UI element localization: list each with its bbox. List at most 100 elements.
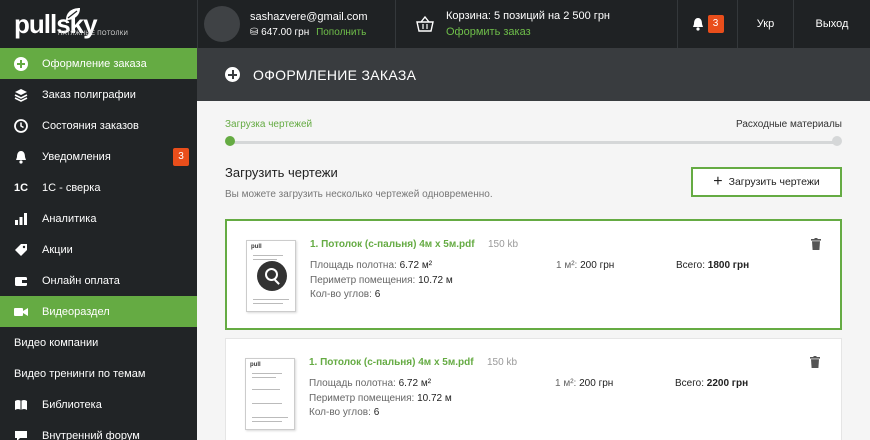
zoom-icon[interactable] xyxy=(257,261,287,291)
perimeter-row: Периметр помещения: 10.72 м xyxy=(309,393,452,404)
file-card[interactable]: pull 1. Потолок (с-пальня) 4м х 5м.pdf 1… xyxy=(225,219,842,330)
topup-link[interactable]: Пополнить xyxy=(316,27,366,38)
sidebar-item-label: Видео компании xyxy=(14,336,99,349)
price-value: 200 грн xyxy=(580,260,615,271)
corners-row: Кол-во углов: 6 xyxy=(309,407,379,418)
sidebar: Оформление заказа Заказ полиграфии Состо… xyxy=(0,48,197,440)
price-label: 1 м²: xyxy=(556,260,578,271)
price-value: 200 грн xyxy=(579,378,614,389)
logo[interactable]: pullsky НАТЯЖНЫЕ ПОТОЛКИ xyxy=(0,0,197,48)
price-label: 1 м²: xyxy=(555,378,577,389)
logout-button[interactable]: Выход xyxy=(793,0,870,48)
file-card[interactable]: pull 1. Потолок (с-пальня) 4м х 5м.pdf 1… xyxy=(225,338,842,440)
upload-button-label: Загрузить чертежи xyxy=(728,176,820,188)
file-name[interactable]: 1. Потолок (с-пальня) 4м х 5м.pdf xyxy=(309,357,474,368)
sidebar-subitem-company-video[interactable]: Видео компании xyxy=(0,327,197,358)
corners-value: 6 xyxy=(373,407,380,418)
file-thumbnail[interactable]: pull xyxy=(245,358,295,430)
video-camera-icon xyxy=(14,305,28,319)
app: pullsky НАТЯЖНЫЕ ПОТОЛКИ sashazvere@gmai… xyxy=(0,0,870,440)
content: Загрузка чертежей Расходные материалы За… xyxy=(197,101,870,440)
sidebar-item-online-payment[interactable]: Онлайн оплата xyxy=(0,265,197,296)
total: Всего: 2200 грн xyxy=(675,378,748,389)
progress-track xyxy=(229,141,837,144)
step-dot-next xyxy=(832,136,842,146)
bell-icon xyxy=(14,150,28,164)
sidebar-item-label: Уведомления xyxy=(42,150,111,163)
perimeter-label: Периметр помещения: xyxy=(309,393,415,404)
sidebar-notifications-badge: 3 xyxy=(173,148,189,166)
layers-icon xyxy=(14,88,28,102)
page-title: ОФОРМЛЕНИЕ ЗАКАЗА xyxy=(253,66,417,83)
sidebar-item-label: Внутренний форум xyxy=(42,429,140,440)
file-size: 150 kb xyxy=(487,357,518,368)
upload-title: Загрузить чертежи xyxy=(225,165,338,180)
trash-icon[interactable] xyxy=(811,238,821,250)
user-balance: 647.00 грн xyxy=(261,26,310,38)
sidebar-item-label: Онлайн оплата xyxy=(42,274,120,287)
total: Всего: 1800 грн xyxy=(676,260,749,271)
top-bar: pullsky НАТЯЖНЫЕ ПОТОЛКИ sashazvere@gmai… xyxy=(0,0,870,48)
plus-circle-icon xyxy=(14,56,28,71)
area-row: Площадь полотна: 6.72 м² xyxy=(310,260,432,271)
notifications-badge: 3 xyxy=(707,15,724,33)
sidebar-item-label: Библиотека xyxy=(42,398,102,411)
corners-row: Кол-во углов: 6 xyxy=(310,289,380,300)
file-thumbnail[interactable]: pull xyxy=(246,240,296,312)
sidebar-item-label: Оформление заказа xyxy=(42,57,147,70)
user-block: sashazvere@gmail.com ⛁ 647.00 грн Пополн… xyxy=(197,0,395,48)
sidebar-item-library[interactable]: Библиотека xyxy=(0,389,197,420)
book-icon xyxy=(14,398,28,412)
total-value: 1800 грн xyxy=(707,260,750,271)
sidebar-item-notifications[interactable]: Уведомления 3 xyxy=(0,141,197,172)
sidebar-item-order[interactable]: Оформление заказа xyxy=(0,48,197,79)
avatar[interactable] xyxy=(204,6,240,42)
basket-icon[interactable] xyxy=(416,16,434,32)
sidebar-subitem-training-video[interactable]: Видео тренинги по темам xyxy=(0,358,197,389)
bar-chart-icon xyxy=(14,212,28,226)
coins-icon: ⛁ xyxy=(250,26,259,38)
perimeter-row: Периметр помещения: 10.72 м xyxy=(310,275,453,286)
step-next[interactable]: Расходные материалы xyxy=(736,119,842,130)
corners-value: 6 xyxy=(374,289,381,300)
1c-icon: 1С xyxy=(13,181,29,194)
sidebar-item-label: Видеораздел xyxy=(42,305,110,318)
checkout-link[interactable]: Оформить заказ xyxy=(446,26,610,38)
page-header: ОФОРМЛЕНИЕ ЗАКАЗА xyxy=(197,48,870,101)
area-value: 6.72 м² xyxy=(398,378,432,389)
chat-icon xyxy=(14,429,28,440)
sidebar-item-order-status[interactable]: Состояния заказов xyxy=(0,110,197,141)
sidebar-item-promotions[interactable]: Акции xyxy=(0,234,197,265)
thumbnail-logo: pull xyxy=(250,362,261,368)
user-balance-row: ⛁ 647.00 грн Пополнить xyxy=(250,27,368,38)
total-label: Всего: xyxy=(676,260,705,271)
language-switch[interactable]: Укр xyxy=(737,0,793,48)
area-row: Площадь полотна: 6.72 м² xyxy=(309,378,431,389)
corners-label: Кол-во углов: xyxy=(309,407,371,418)
sidebar-item-video[interactable]: Видеораздел xyxy=(0,296,197,327)
plus-icon: + xyxy=(713,173,723,190)
notifications-button[interactable]: 3 xyxy=(677,0,737,48)
perimeter-label: Периметр помещения: xyxy=(310,275,416,286)
corners-label: Кол-во углов: xyxy=(310,289,372,300)
file-name[interactable]: 1. Потолок (с-пальня) 4м х 5м.pdf xyxy=(310,239,475,250)
perimeter-value: 10.72 м xyxy=(417,393,452,404)
upload-drawings-button[interactable]: + Загрузить чертежи xyxy=(691,167,842,197)
sidebar-item-label: Акции xyxy=(42,243,73,256)
tag-icon xyxy=(14,243,28,257)
trash-icon[interactable] xyxy=(810,356,820,368)
clock-icon xyxy=(14,118,28,133)
total-value: 2200 грн xyxy=(706,378,749,389)
price-per-m2: 1 м²: 200 грн xyxy=(556,260,614,271)
perimeter-value: 10.72 м xyxy=(418,275,453,286)
file-size: 150 kb xyxy=(488,239,519,250)
sidebar-item-print-order[interactable]: Заказ полиграфии xyxy=(0,79,197,110)
sidebar-item-analytics[interactable]: Аналитика xyxy=(0,203,197,234)
sidebar-item-forum[interactable]: Внутренний форум xyxy=(0,420,197,440)
cart-summary: Корзина: 5 позиций на 2 500 грн xyxy=(446,10,611,22)
sidebar-item-1c[interactable]: 1С 1С - сверка xyxy=(0,172,197,203)
step-current[interactable]: Загрузка чертежей xyxy=(225,119,312,130)
thumbnail-logo: pull xyxy=(251,244,262,250)
area-label: Площадь полотна: xyxy=(309,378,396,389)
area-value: 6.72 м² xyxy=(399,260,433,271)
